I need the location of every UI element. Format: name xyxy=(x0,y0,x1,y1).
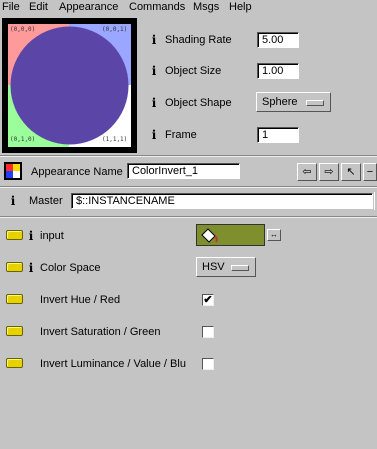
preview-frame[interactable]: (0,0,0) (0,0,1) (0,1,0) (1,1,1) xyxy=(2,18,137,153)
info-icon[interactable]: i xyxy=(150,34,158,46)
separator xyxy=(0,217,377,218)
expand-icon[interactable]: ↔ xyxy=(267,229,281,241)
appearance-type-icon xyxy=(4,162,22,180)
menu-help[interactable]: Help xyxy=(229,0,252,14)
preview-sphere xyxy=(10,26,129,145)
param-connection-led[interactable] xyxy=(6,358,23,368)
input-label: input xyxy=(40,230,64,242)
object-shape-value: Sphere xyxy=(262,96,298,108)
param-connection-led[interactable] xyxy=(6,262,23,272)
shading-rate-label: Shading Rate xyxy=(165,34,232,46)
paint-bucket-icon xyxy=(201,228,218,243)
invert-luminance-checkbox[interactable] xyxy=(202,358,214,370)
master-label: Master xyxy=(29,195,63,207)
arrow-left-icon[interactable]: ⇦ xyxy=(297,163,317,181)
object-shape-label: Object Shape xyxy=(165,97,232,109)
option-menu-indicator-icon xyxy=(306,100,324,106)
info-icon[interactable]: i xyxy=(9,195,17,207)
invert-saturation-checkbox[interactable] xyxy=(202,326,214,338)
info-icon[interactable]: i xyxy=(150,65,158,77)
object-shape-menu[interactable]: Sphere xyxy=(256,92,331,112)
info-icon[interactable]: i xyxy=(27,230,35,242)
object-size-field[interactable]: 1.00 xyxy=(257,63,299,79)
menu-commands[interactable]: Commands xyxy=(129,0,185,14)
pointer-icon[interactable]: ↖ xyxy=(341,163,361,181)
option-menu-indicator-icon xyxy=(231,265,249,271)
corner-label-bl: (0,1,0) xyxy=(10,136,36,143)
invert-saturation-label: Invert Saturation / Green xyxy=(40,326,161,338)
param-connection-led[interactable] xyxy=(6,294,23,304)
menu-edit[interactable]: Edit xyxy=(29,0,48,14)
separator xyxy=(0,156,377,157)
master-field[interactable]: $::INSTANCENAME xyxy=(71,193,373,209)
info-icon[interactable]: i xyxy=(27,262,35,274)
info-icon[interactable]: i xyxy=(150,97,158,109)
corner-label-br: (1,1,1) xyxy=(102,136,128,143)
separator xyxy=(0,187,377,188)
color-space-menu[interactable]: HSV xyxy=(196,257,256,277)
frame-field[interactable]: 1 xyxy=(257,127,299,143)
info-icon[interactable]: i xyxy=(150,129,158,141)
invert-hue-label: Invert Hue / Red xyxy=(40,294,121,306)
arrow-right-icon[interactable]: ⇨ xyxy=(319,163,339,181)
corner-label-tr: (0,0,1) xyxy=(102,26,128,33)
checkmark-icon: ✔ xyxy=(203,294,213,306)
menu-msgs[interactable]: Msgs xyxy=(193,0,219,14)
appearance-name-label: Appearance Name xyxy=(31,166,123,178)
object-size-label: Object Size xyxy=(165,65,222,77)
frame-label: Frame xyxy=(165,129,197,141)
param-connection-led[interactable] xyxy=(6,326,23,336)
invert-hue-checkbox[interactable]: ✔ xyxy=(202,294,214,306)
param-connection-led[interactable] xyxy=(6,230,23,240)
color-space-label: Color Space xyxy=(40,262,101,274)
appearance-name-field[interactable]: ColorInvert_1 xyxy=(127,163,240,179)
menu-appearance[interactable]: Appearance xyxy=(59,0,118,14)
input-connection-swatch[interactable] xyxy=(196,224,265,246)
invert-luminance-label: Invert Luminance / Value / Blu xyxy=(40,358,186,370)
shading-rate-field[interactable]: 5.00 xyxy=(257,32,299,48)
corner-label-tl: (0,0,0) xyxy=(10,26,36,33)
menu-file[interactable]: File xyxy=(2,0,20,14)
minimize-button[interactable]: − xyxy=(363,163,377,181)
preview-swatch xyxy=(8,24,131,147)
color-space-value: HSV xyxy=(202,261,225,273)
menubar: File Edit Appearance Commands Msgs Help xyxy=(0,0,377,14)
